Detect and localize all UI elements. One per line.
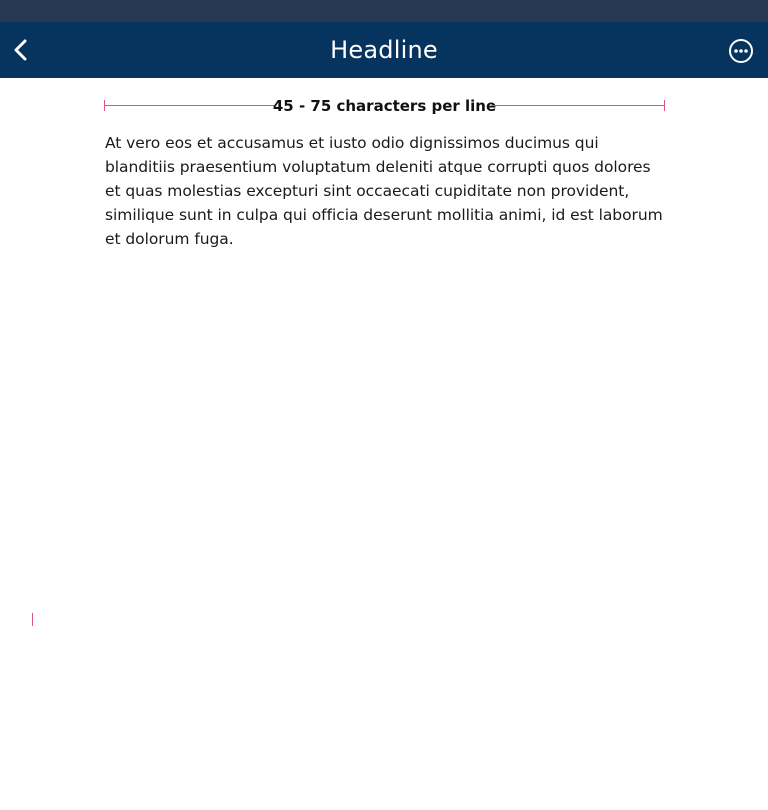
guide-line-right	[491, 105, 665, 106]
guide-label: 45 - 75 characters per line	[272, 97, 497, 115]
status-bar	[0, 0, 768, 22]
text-cursor-marker	[32, 613, 33, 626]
more-horizontal-circle-icon	[729, 39, 753, 63]
line-length-guide: 45 - 75 characters per line	[104, 94, 665, 118]
navigation-bar: Headline	[0, 22, 768, 78]
more-options-button[interactable]	[728, 38, 760, 70]
body-paragraph: At vero eos et accusamus et iusto odio d…	[105, 134, 663, 248]
page-title: Headline	[330, 36, 438, 64]
guide-end-tick	[664, 100, 665, 111]
